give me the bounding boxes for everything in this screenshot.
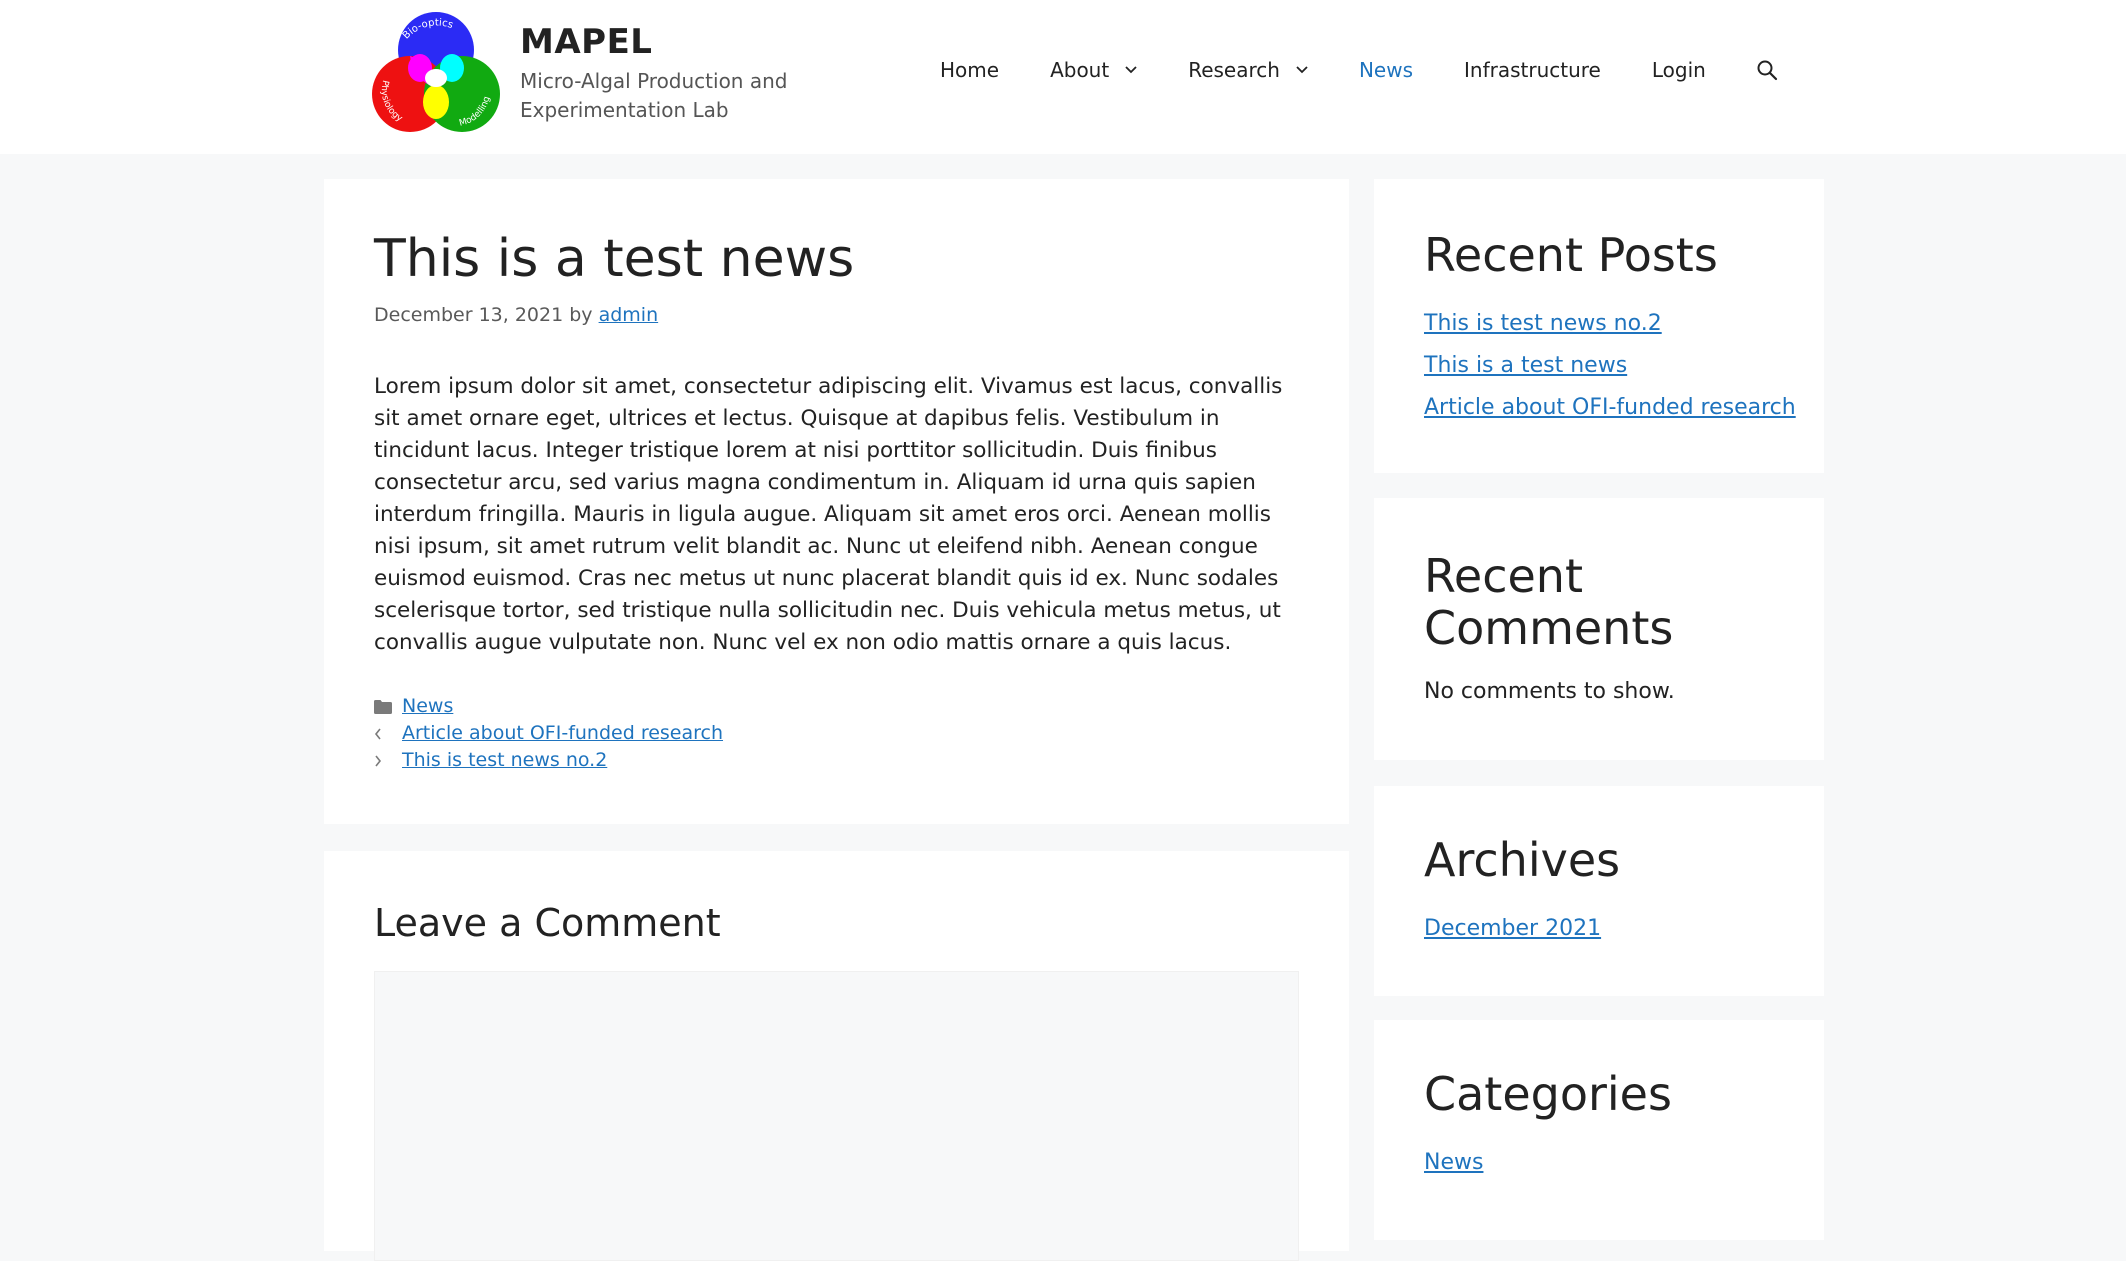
post-article: This is a test news December 13, 2021 by… (324, 179, 1349, 824)
nav-item-label: Home (940, 58, 1000, 82)
post-date: December 13, 2021 (374, 304, 564, 326)
post-next-row: This is test news no.2 (374, 747, 723, 774)
nav-item-about[interactable]: About (1050, 58, 1137, 82)
nav-item-login[interactable]: Login (1652, 58, 1706, 82)
site-header: Bio-optics Physiology Modelling MAPEL Mi… (0, 0, 2126, 154)
folder-icon (374, 699, 392, 714)
search-icon[interactable] (1755, 58, 1779, 82)
post-footer: News Article about OFI-funded research T… (374, 693, 723, 774)
archives-list: December 2021 (1424, 908, 1601, 950)
list-item: This is test news no.2 (1424, 303, 1796, 345)
list-item: News (1424, 1142, 1483, 1184)
nav-item-news[interactable]: News (1359, 58, 1413, 82)
main-navigation: Home About Research News Infrastructure … (940, 50, 1779, 90)
list-item: Article about OFI-funded research (1424, 387, 1796, 429)
comment-textarea[interactable] (374, 971, 1299, 1261)
prev-post-link[interactable]: Article about OFI-funded research (402, 720, 723, 747)
widget-title: Archives (1424, 833, 1621, 887)
nav-item-infrastructure[interactable]: Infrastructure (1464, 58, 1601, 82)
recent-posts-list: This is test news no.2 This is a test ne… (1424, 303, 1796, 429)
chevron-left-icon (374, 728, 381, 739)
list-item: This is a test news (1424, 345, 1796, 387)
next-post-link[interactable]: This is test news no.2 (402, 747, 607, 774)
site-branding: MAPEL Micro-Algal Production and Experim… (520, 22, 840, 125)
nav-item-research[interactable]: Research (1188, 58, 1308, 82)
post-by: by (569, 304, 593, 326)
category-link[interactable]: News (1424, 1150, 1483, 1175)
site-title[interactable]: MAPEL (520, 22, 840, 62)
post-title: This is a test news (374, 229, 855, 289)
categories-list: News (1424, 1142, 1483, 1184)
chevron-down-icon (1125, 66, 1137, 74)
nav-item-home[interactable]: Home (940, 58, 999, 82)
post-prev-row: Article about OFI-funded research (374, 720, 723, 747)
widget-recent-posts: Recent Posts This is test news no.2 This… (1374, 179, 1824, 473)
list-item: December 2021 (1424, 908, 1601, 950)
widget-archives: Archives December 2021 (1374, 786, 1824, 996)
site-description: Micro-Algal Production and Experimentati… (520, 69, 788, 122)
nav-item-label: Research (1188, 58, 1280, 82)
recent-post-link[interactable]: This is a test news (1424, 353, 1627, 378)
archive-link[interactable]: December 2021 (1424, 916, 1601, 941)
site-logo[interactable]: Bio-optics Physiology Modelling (372, 8, 500, 132)
chevron-down-icon (1296, 66, 1308, 74)
comment-section: Leave a Comment (324, 851, 1349, 1261)
widget-title: Categories (1424, 1067, 1672, 1121)
widget-categories: Categories News (1374, 1020, 1824, 1240)
nav-item-label: About (1050, 58, 1110, 82)
comment-title: Leave a Comment (374, 901, 721, 945)
post-meta: December 13, 2021 by admin (374, 301, 658, 329)
no-comments-text: No comments to show. (1424, 679, 1675, 704)
chevron-right-icon (375, 755, 382, 766)
post-category-row: News (374, 693, 723, 720)
post-body: Lorem ipsum dolor sit amet, consectetur … (374, 374, 1283, 655)
nav-item-label: Login (1651, 58, 1706, 82)
post-category-link[interactable]: News (402, 693, 453, 720)
widget-recent-comments: Recent Comments No comments to show. (1374, 498, 1824, 760)
nav-item-label: Infrastructure (1464, 58, 1601, 82)
recent-post-link[interactable]: This is test news no.2 (1424, 311, 1662, 336)
post-author-link[interactable]: admin (599, 304, 659, 326)
widget-title: Recent Comments (1424, 549, 1674, 655)
recent-post-link[interactable]: Article about OFI-funded research (1424, 395, 1796, 420)
nav-item-label: News (1358, 58, 1413, 82)
widget-title: Recent Posts (1424, 228, 1718, 282)
